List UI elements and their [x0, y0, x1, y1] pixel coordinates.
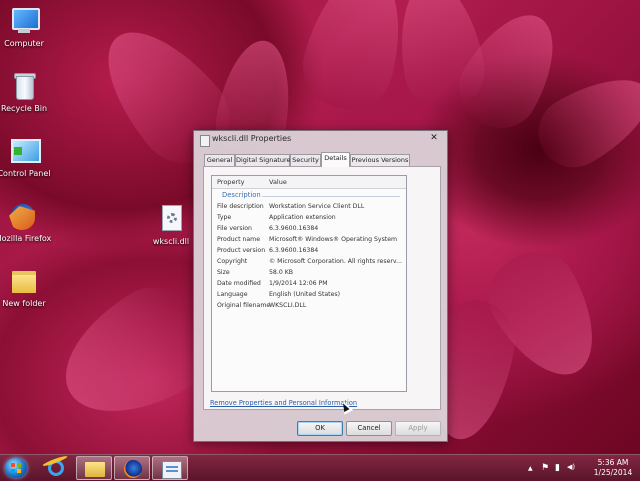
- column-header-value[interactable]: Value: [269, 178, 287, 186]
- tab-security[interactable]: Security: [290, 154, 321, 166]
- start-icon[interactable]: [5, 458, 27, 478]
- recycle-bin-icon: [8, 70, 40, 102]
- desktop-icon-computer[interactable]: Computer: [0, 5, 54, 48]
- table-row[interactable]: Product name Microsoft® Windows® Operatin…: [212, 234, 406, 245]
- section-divider: [262, 196, 400, 197]
- desktop-icon-new-folder[interactable]: New folder: [0, 265, 54, 308]
- dll-file-icon: [155, 203, 187, 235]
- desktop-icon-firefox[interactable]: Mozilla Firefox: [0, 200, 52, 243]
- file-icon: [200, 135, 210, 147]
- desktop-icon-recycle-bin[interactable]: Recycle Bin: [0, 70, 54, 113]
- desktop-icon-label: Recycle Bin: [0, 104, 48, 113]
- property-name: Product name: [217, 236, 261, 243]
- desktop-icon-label: New folder: [2, 299, 46, 308]
- property-name: File version: [217, 225, 252, 232]
- desktop-icon-label: wkscli.dll: [152, 237, 190, 246]
- desktop-icon-wkscli-dll[interactable]: wkscli.dll: [141, 203, 201, 246]
- table-row[interactable]: Product version 6.3.9600.16384: [212, 245, 406, 256]
- section-header-description: Description: [222, 191, 261, 199]
- property-value: WKSCLI.DLL: [269, 302, 307, 309]
- property-value: 6.3.9600.16384: [269, 225, 319, 232]
- firefox-icon: [7, 200, 39, 232]
- desktop-icon-label: Mozilla Firefox: [0, 234, 52, 243]
- property-name: Size: [217, 269, 230, 276]
- taskbar-clock[interactable]: 5:36 AM 1/25/2014: [590, 458, 636, 478]
- property-value: © Microsoft Corporation. All rights rese…: [269, 258, 402, 265]
- details-panel: Property Value Description File descript…: [203, 166, 441, 410]
- property-name: Type: [217, 214, 232, 221]
- show-hidden-icons-chevron-icon[interactable]: ▲: [528, 465, 533, 472]
- table-row[interactable]: Size 58.0 KB: [212, 267, 406, 278]
- property-value: 1/9/2014 12:06 PM: [269, 280, 328, 287]
- close-button[interactable]: ✕: [425, 132, 443, 145]
- table-row[interactable]: Date modified 1/9/2014 12:06 PM: [212, 278, 406, 289]
- property-value: Application extension: [269, 214, 336, 221]
- desktop-icon-label: Control Panel: [0, 169, 51, 178]
- clock-time: 5:36 AM: [597, 458, 629, 467]
- taskbar-button-firefox[interactable]: [114, 456, 150, 480]
- tab-general[interactable]: General: [204, 154, 235, 166]
- properties-window-icon: [162, 461, 182, 479]
- property-value: English (United States): [269, 291, 341, 298]
- volume-icon[interactable]: ◀): [567, 463, 575, 471]
- desktop-icon-label: Computer: [4, 39, 44, 48]
- property-name: Product version: [217, 247, 266, 254]
- table-row[interactable]: File version 6.3.9600.16384: [212, 223, 406, 234]
- properties-dialog: wkscli.dll Properties ✕ General Digital …: [193, 130, 448, 442]
- property-name: Copyright: [217, 258, 248, 265]
- computer-icon: [8, 5, 40, 37]
- taskbar-button-properties[interactable]: [152, 456, 188, 480]
- property-value: Microsoft® Windows® Operating System: [269, 236, 398, 243]
- dialog-title: wkscli.dll Properties: [212, 134, 292, 143]
- list-header: Property Value: [212, 176, 406, 189]
- property-name: Date modified: [217, 280, 261, 287]
- tab-previous-versions[interactable]: Previous Versions: [350, 154, 410, 166]
- taskbar-button-explorer[interactable]: [76, 456, 112, 480]
- cancel-button[interactable]: Cancel: [346, 421, 392, 436]
- taskbar: ▲ ⚑ ▮ ◀) 5:36 AM 1/25/2014: [0, 454, 640, 481]
- dialog-titlebar[interactable]: wkscli.dll Properties ✕: [194, 131, 447, 149]
- table-row[interactable]: Language English (United States): [212, 289, 406, 300]
- property-value: 58.0 KB: [269, 269, 294, 276]
- table-row[interactable]: Original filename WKSCLI.DLL: [212, 300, 406, 311]
- network-icon[interactable]: ▮: [555, 463, 560, 473]
- folder-icon: [8, 265, 40, 297]
- table-row[interactable]: Type Application extension: [212, 212, 406, 223]
- ok-button[interactable]: OK: [297, 421, 343, 436]
- table-row[interactable]: Copyright © Microsoft Corporation. All ri…: [212, 256, 406, 267]
- remove-properties-link[interactable]: Remove Properties and Personal Informati…: [210, 399, 357, 407]
- file-explorer-icon: [85, 462, 105, 477]
- control-panel-icon: [8, 135, 41, 167]
- table-row[interactable]: File description Workstation Service Clie…: [212, 201, 406, 212]
- tab-digital-signatures[interactable]: Digital Signatures: [235, 154, 294, 166]
- property-name: Original filename: [217, 302, 271, 309]
- details-list[interactable]: Property Value Description File descript…: [211, 175, 407, 392]
- property-name: Language: [217, 291, 248, 298]
- column-header-property[interactable]: Property: [217, 178, 245, 186]
- firefox-icon: [124, 460, 142, 478]
- taskbar-button-ie[interactable]: [38, 454, 74, 480]
- tab-details[interactable]: Details: [321, 152, 350, 167]
- wallpaper-petal: [293, 0, 417, 120]
- clock-date: 1/25/2014: [593, 468, 633, 477]
- action-center-flag-icon[interactable]: ⚑: [541, 463, 549, 473]
- property-name: File description: [217, 203, 264, 210]
- property-value: Workstation Service Client DLL: [269, 203, 365, 210]
- desktop-icon-control-panel[interactable]: Control Panel: [0, 135, 54, 178]
- property-value: 6.3.9600.16384: [269, 247, 319, 254]
- apply-button[interactable]: Apply: [395, 421, 441, 436]
